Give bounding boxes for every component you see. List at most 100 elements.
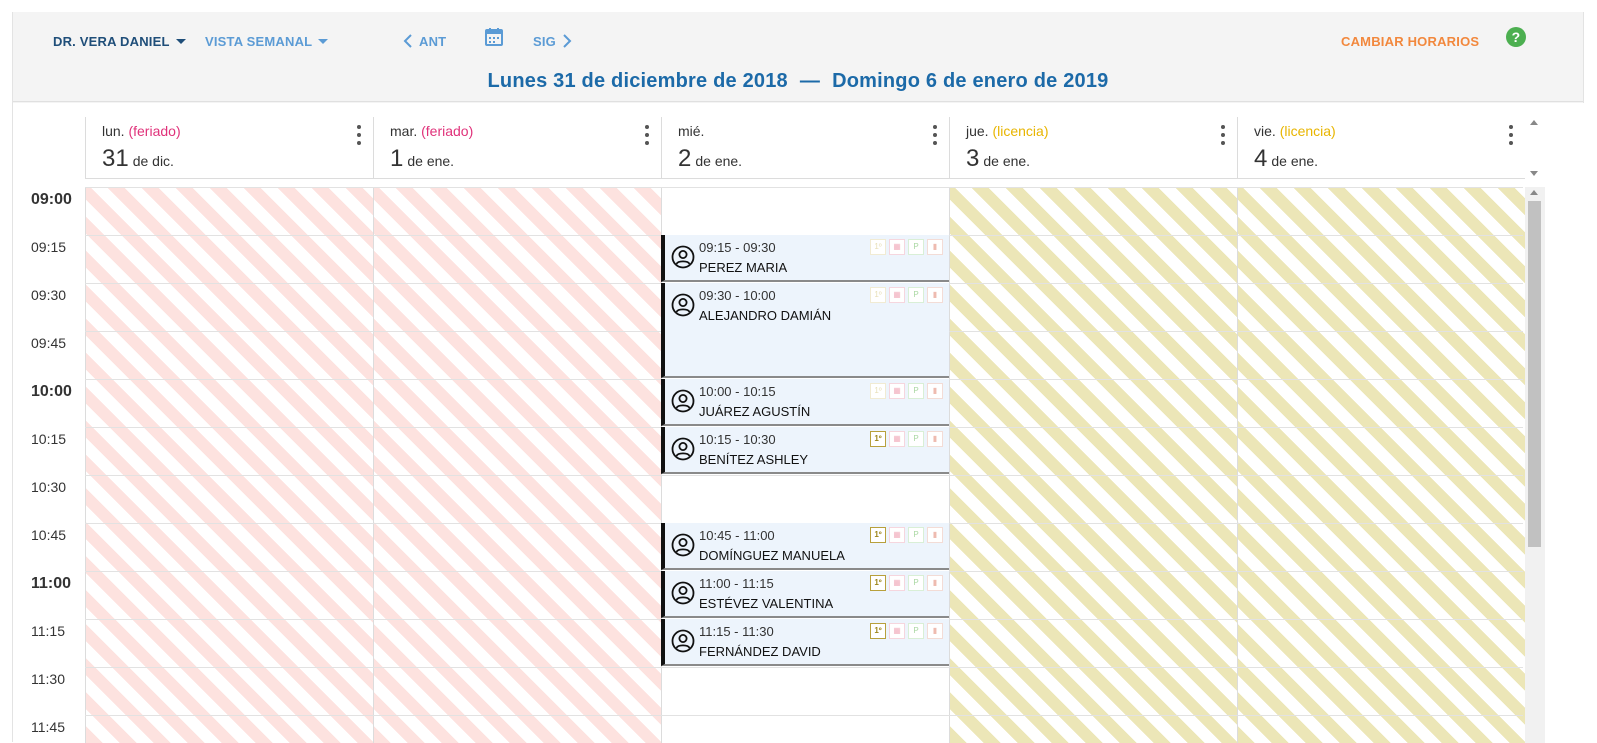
doctor-selector[interactable]: DR. VERA DANIEL bbox=[53, 32, 186, 50]
time-label: 10:30 bbox=[31, 479, 67, 495]
scroll-up-icon[interactable] bbox=[1530, 190, 1538, 195]
appointment-card[interactable]: 10:15 - 10:30 BENÍTEZ ASHLEY 1º ▦ P ▮ bbox=[661, 427, 949, 474]
grid-scrollbar[interactable] bbox=[1525, 187, 1545, 743]
header-scrollbar[interactable] bbox=[1525, 117, 1545, 179]
next-week-button[interactable]: SIG bbox=[533, 32, 572, 50]
payment-badge[interactable]: P bbox=[908, 383, 924, 399]
first-visit-badge[interactable]: 1º bbox=[870, 239, 886, 255]
status-badge[interactable]: ▮ bbox=[927, 383, 943, 399]
appointment-badges: 1º ▦ P ▮ bbox=[870, 431, 943, 447]
first-visit-badge[interactable]: 1º bbox=[870, 383, 886, 399]
status-badge[interactable]: ▮ bbox=[927, 431, 943, 447]
appointment-badges: 1º ▦ P ▮ bbox=[870, 575, 943, 591]
time-label: 09:00 bbox=[31, 191, 72, 208]
next-label: SIG bbox=[533, 33, 556, 49]
day-menu-button[interactable] bbox=[929, 125, 941, 145]
payment-badge[interactable]: P bbox=[908, 575, 924, 591]
day-column-thu[interactable] bbox=[949, 187, 1237, 743]
appointment-time: 09:30 - 10:00 bbox=[699, 288, 776, 303]
first-visit-badge[interactable]: 1º bbox=[870, 527, 886, 543]
day-column-fri[interactable] bbox=[1237, 187, 1525, 743]
payment-badge[interactable]: P bbox=[908, 623, 924, 639]
help-button[interactable]: ? bbox=[1505, 27, 1527, 47]
user-circle-icon bbox=[671, 629, 695, 653]
appointment-card[interactable]: 10:00 - 10:15 JUÁREZ AGUSTÍN 1º ▦ P ▮ bbox=[661, 379, 949, 426]
time-label: 09:15 bbox=[31, 239, 67, 255]
status-badge[interactable]: ▮ bbox=[927, 575, 943, 591]
day-menu-button[interactable] bbox=[1505, 125, 1517, 145]
billing-badge[interactable]: ▦ bbox=[889, 431, 905, 447]
kebab-dot-icon bbox=[1509, 125, 1513, 129]
day-header-thu: jue. (licencia) 3 de ene. bbox=[949, 117, 1237, 179]
day-tag: (feriado) bbox=[128, 123, 181, 139]
appointment-time: 11:15 - 11:30 bbox=[699, 624, 774, 639]
payment-badge[interactable]: P bbox=[908, 527, 924, 543]
change-schedules-button[interactable]: CAMBIAR HORARIOS bbox=[1341, 32, 1479, 50]
kebab-dot-icon bbox=[1221, 125, 1225, 129]
appointment-card[interactable]: 11:00 - 11:15 ESTÉVEZ VALENTINA 1º ▦ P ▮ bbox=[661, 571, 949, 618]
patient-name: DOMÍNGUEZ MANUELA bbox=[699, 548, 845, 563]
patient-name: ALEJANDRO DAMIÁN bbox=[699, 308, 832, 323]
day-column-mon[interactable] bbox=[85, 187, 373, 743]
status-badge[interactable]: ▮ bbox=[927, 287, 943, 303]
billing-badge[interactable]: ▦ bbox=[889, 383, 905, 399]
time-label: 10:00 bbox=[31, 383, 72, 400]
appointment-card[interactable]: 10:45 - 11:00 DOMÍNGUEZ MANUELA 1º ▦ P ▮ bbox=[661, 523, 949, 570]
day-number: 31 bbox=[102, 145, 129, 172]
patient-name: JUÁREZ AGUSTÍN bbox=[699, 404, 811, 419]
payment-badge[interactable]: P bbox=[908, 239, 924, 255]
time-label: 11:45 bbox=[31, 719, 65, 735]
day-number: 1 bbox=[390, 145, 404, 172]
scroll-up-icon[interactable] bbox=[1530, 120, 1538, 125]
prev-week-button[interactable]: ANT bbox=[403, 32, 446, 50]
appointment-card[interactable]: 11:15 - 11:30 FERNÁNDEZ DAVID 1º ▦ P ▮ bbox=[661, 619, 949, 666]
day-tag: (feriado) bbox=[421, 123, 474, 139]
time-label: 10:15 bbox=[31, 431, 67, 447]
question-circle-icon: ? bbox=[1506, 27, 1526, 47]
day-column-tue[interactable] bbox=[373, 187, 661, 743]
appointment-card[interactable]: 09:15 - 09:30 PEREZ MARIA 1º ▦ P ▮ bbox=[661, 235, 949, 282]
billing-badge[interactable]: ▦ bbox=[889, 623, 905, 639]
patient-name: PEREZ MARIA bbox=[699, 260, 788, 275]
day-number: 2 bbox=[678, 145, 692, 172]
view-selector[interactable]: VISTA SEMANAL bbox=[205, 32, 329, 50]
time-axis: 09:00 09:15 09:30 09:45 10:00 10:15 10:3… bbox=[13, 187, 85, 743]
appointment-time: 10:15 - 10:30 bbox=[699, 432, 776, 447]
status-badge[interactable]: ▮ bbox=[927, 527, 943, 543]
day-month: de dic. bbox=[132, 153, 174, 169]
day-menu-button[interactable] bbox=[1217, 125, 1229, 145]
billing-badge[interactable]: ▦ bbox=[889, 239, 905, 255]
user-circle-icon bbox=[671, 245, 695, 269]
status-badge[interactable]: ▮ bbox=[927, 623, 943, 639]
payment-badge[interactable]: P bbox=[908, 431, 924, 447]
status-badge[interactable]: ▮ bbox=[927, 239, 943, 255]
chevron-left-icon bbox=[403, 34, 412, 48]
first-visit-badge[interactable]: 1º bbox=[870, 431, 886, 447]
appointment-card[interactable]: 09:30 - 10:00 ALEJANDRO DAMIÁN 1º ▦ P ▮ bbox=[661, 283, 949, 378]
first-visit-badge[interactable]: 1º bbox=[870, 623, 886, 639]
range-start: Lunes 31 de diciembre de 2018 bbox=[487, 70, 788, 92]
day-menu-button[interactable] bbox=[353, 125, 365, 145]
user-circle-icon bbox=[671, 293, 695, 317]
billing-badge[interactable]: ▦ bbox=[889, 575, 905, 591]
scroll-thumb[interactable] bbox=[1528, 201, 1541, 547]
first-visit-badge[interactable]: 1º bbox=[870, 287, 886, 303]
grid-line bbox=[85, 187, 1523, 188]
calendar-picker-button[interactable] bbox=[483, 28, 505, 46]
chevron-right-icon bbox=[563, 34, 572, 48]
billing-badge[interactable]: ▦ bbox=[889, 527, 905, 543]
day-tag: (licencia) bbox=[1279, 123, 1336, 139]
day-name: lun. bbox=[102, 123, 125, 139]
caret-down-icon bbox=[175, 38, 186, 44]
day-tag: (licencia) bbox=[992, 123, 1049, 139]
appointment-badges: 1º ▦ P ▮ bbox=[870, 287, 943, 303]
scroll-down-icon[interactable] bbox=[1530, 171, 1538, 176]
appointment-time: 10:45 - 11:00 bbox=[699, 528, 775, 543]
payment-badge[interactable]: P bbox=[908, 287, 924, 303]
kebab-dot-icon bbox=[645, 125, 649, 129]
first-visit-badge[interactable]: 1º bbox=[870, 575, 886, 591]
user-circle-icon bbox=[671, 437, 695, 461]
appointment-time: 10:00 - 10:15 bbox=[699, 384, 776, 399]
day-menu-button[interactable] bbox=[641, 125, 653, 145]
billing-badge[interactable]: ▦ bbox=[889, 287, 905, 303]
